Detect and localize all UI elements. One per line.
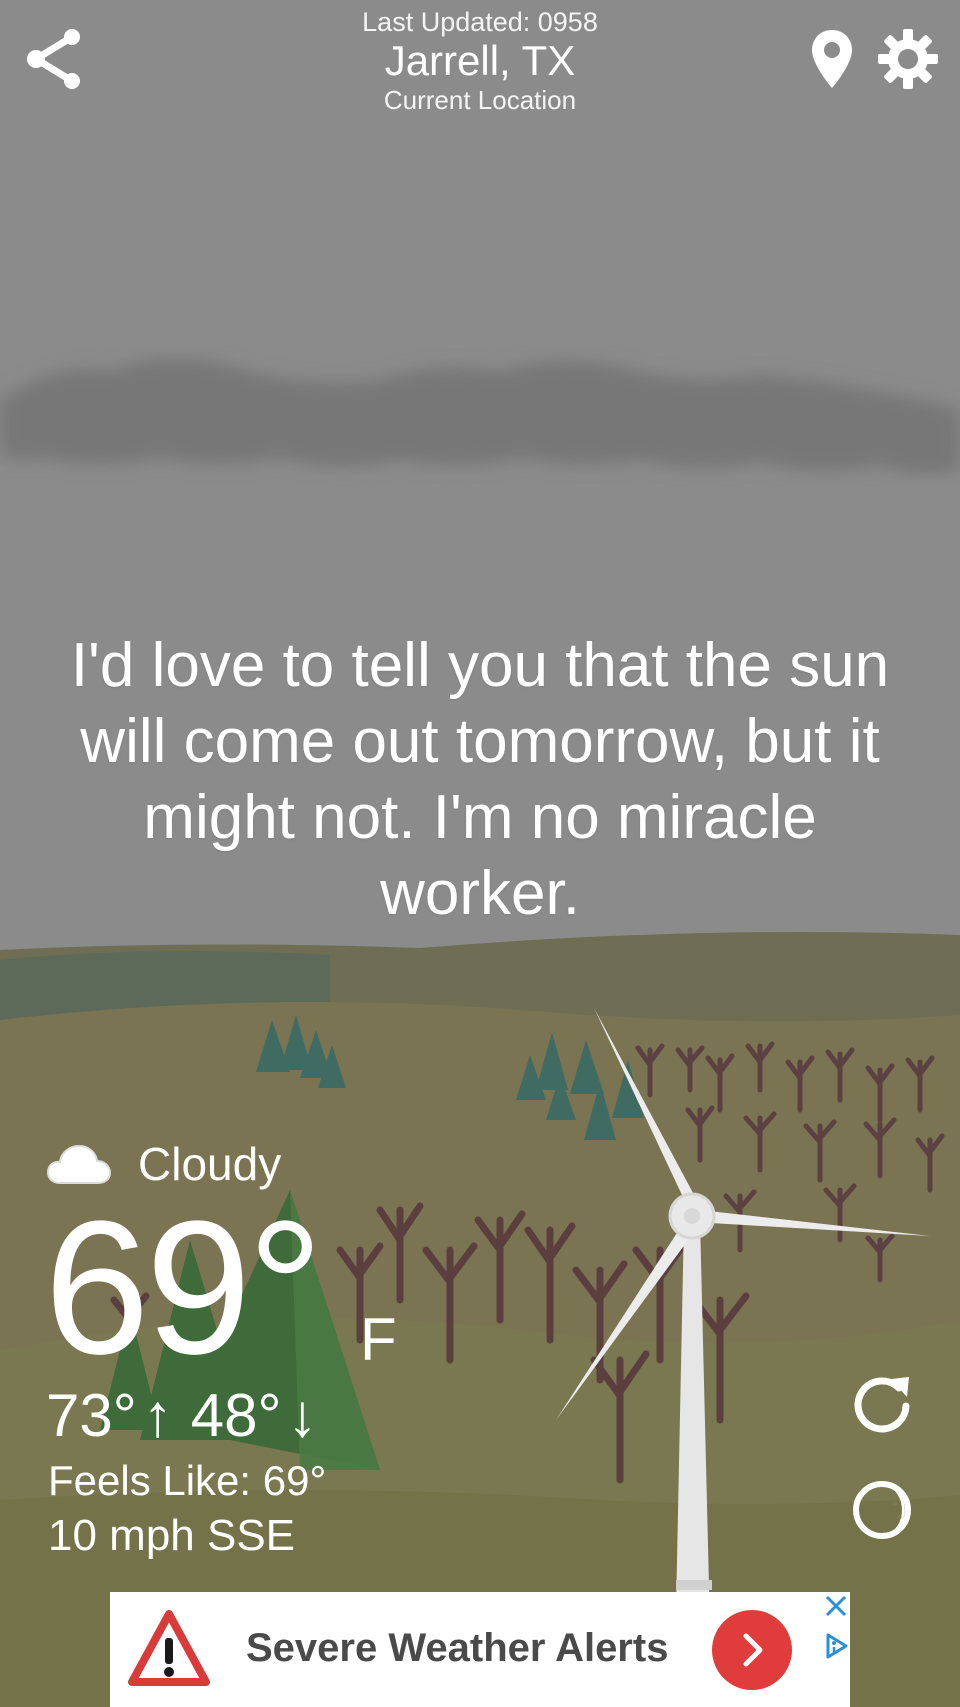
high-temperature: 73° (46, 1382, 137, 1449)
ad-open-button[interactable] (712, 1610, 792, 1690)
low-temperature: 48° (190, 1382, 282, 1449)
refresh-icon (854, 1377, 910, 1433)
high-low-row: 73° ↑ 48° ↓ (46, 1384, 317, 1448)
cloud-icon (46, 1144, 112, 1184)
gear-icon (878, 29, 938, 89)
settings-button[interactable] (870, 24, 946, 94)
refresh-button[interactable] (846, 1368, 918, 1440)
chevron-right-icon (743, 1633, 763, 1667)
up-arrow-icon: ↑ (142, 1382, 173, 1449)
location-button[interactable] (806, 26, 858, 92)
share-icon (27, 29, 80, 89)
moon-phase-button[interactable] (846, 1474, 918, 1546)
close-icon[interactable] (822, 1592, 850, 1620)
wind-info: 10 mph SSE (48, 1511, 296, 1560)
warning-triangle-icon (128, 1610, 210, 1686)
forecast-quote: I'd love to tell you that the sun will c… (70, 631, 890, 928)
moon-icon (853, 1481, 911, 1539)
location-pin-icon (812, 30, 852, 88)
adchoices-icon[interactable] (822, 1632, 850, 1660)
current-temperature: 69° (44, 1182, 323, 1394)
ad-banner[interactable]: Severe Weather Alerts (110, 1592, 850, 1707)
down-arrow-icon: ↓ (287, 1382, 318, 1449)
share-button[interactable] (18, 20, 90, 96)
temperature-unit[interactable]: F (360, 1310, 397, 1370)
ad-title[interactable]: Severe Weather Alerts (246, 1626, 668, 1671)
feels-like: Feels Like: 69° (48, 1457, 327, 1504)
